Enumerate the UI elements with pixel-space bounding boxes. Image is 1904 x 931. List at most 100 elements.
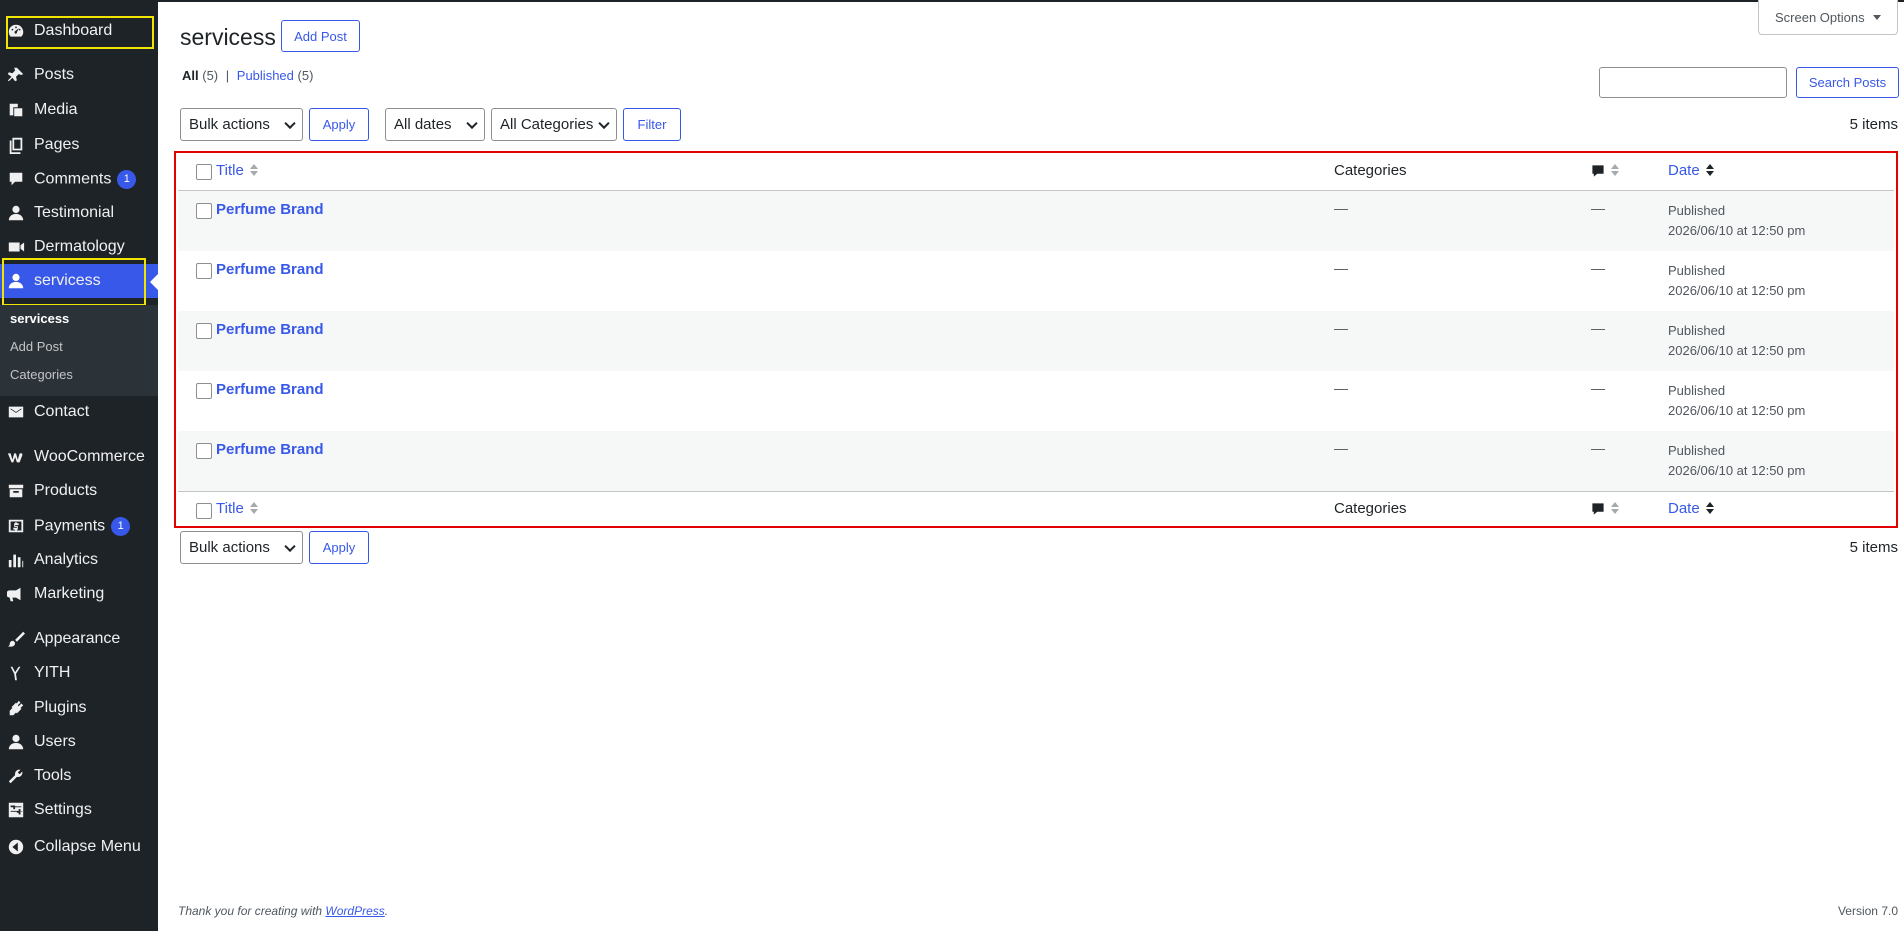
table-row: Perfume Brand — — Published 2026/06/10 at… (178, 311, 1894, 371)
categories-filter-value: All Categories (500, 116, 594, 133)
row-date: Published 2026/06/10 at 12:50 pm (1668, 201, 1805, 241)
categories-filter-select[interactable]: All Categories (491, 108, 617, 141)
sidebar-item-products[interactable]: Products (0, 474, 158, 508)
screen-options-button[interactable]: Screen Options (1758, 0, 1898, 35)
column-date-footer[interactable]: Date (1668, 500, 1714, 517)
row-date-value: 2026/06/10 at 12:50 pm (1668, 463, 1806, 478)
row-checkbox[interactable] (196, 263, 212, 279)
woo-icon (7, 448, 25, 466)
apply-button-bottom[interactable]: Apply (309, 531, 369, 564)
sidebar-item-label-wrap: Payments 1 (34, 516, 131, 536)
post-title-link[interactable]: Perfume Brand (216, 261, 324, 278)
apply-button[interactable]: Apply (309, 108, 369, 141)
bulk-actions-select[interactable]: Bulk actions (180, 108, 303, 141)
sidebar-item-payments[interactable]: Payments 1 (0, 509, 158, 543)
row-status: Published (1668, 263, 1726, 278)
search-posts-button[interactable]: Search Posts (1796, 67, 1899, 98)
submenu-item-add-post[interactable]: Add Post (10, 339, 63, 354)
column-categories-header: Categories (1334, 162, 1407, 179)
footer-thanks: Thank you for creating with WordPress. (178, 904, 388, 918)
sidebar-item-label: Tools (34, 767, 72, 784)
row-checkbox[interactable] (196, 203, 212, 219)
chart-bar-icon (7, 551, 25, 569)
sidebar-item-tools[interactable]: Tools (0, 759, 158, 793)
sidebar-item-label-wrap: Comments 1 (34, 169, 137, 189)
sidebar-item-servicess[interactable]: servicess (0, 264, 158, 298)
collapse-menu-button[interactable]: Collapse Menu (0, 830, 158, 864)
items-count: 5 items (1849, 116, 1898, 133)
screen-options-label: Screen Options (1775, 9, 1865, 25)
sidebar-item-label: Pages (34, 136, 80, 153)
row-checkbox[interactable] (196, 383, 212, 399)
sidebar-item-woocommerce[interactable]: WooCommerce (0, 440, 158, 474)
select-all-checkbox-bottom[interactable] (196, 503, 212, 519)
sidebar-item-comments[interactable]: Comments 1 (0, 162, 158, 196)
sidebar-item-appearance[interactable]: Appearance (0, 622, 158, 656)
table-header: Title Categories Date (178, 153, 1894, 191)
sidebar-item-contact[interactable]: Contact (0, 395, 158, 429)
table-row: Perfume Brand — — Published 2026/06/10 at… (178, 251, 1894, 311)
sidebar-item-label: Testimonial (34, 204, 115, 221)
sidebar-item-dermatology[interactable]: Dermatology (0, 230, 158, 264)
row-categories: — (1334, 260, 1348, 276)
sidebar-item-yith[interactable]: YITH (0, 656, 158, 690)
sidebar-item-dashboard[interactable]: Dashboard (0, 14, 158, 48)
sort-icon (249, 502, 258, 516)
sidebar-item-label: Payments (34, 517, 106, 535)
dates-filter-select[interactable]: All dates (385, 108, 485, 141)
column-comments-header[interactable] (1591, 162, 1619, 179)
row-date-value: 2026/06/10 at 12:50 pm (1668, 223, 1806, 238)
row-comments: — (1591, 200, 1605, 216)
row-status: Published (1668, 203, 1726, 218)
sidebar-item-posts[interactable]: Posts (0, 58, 158, 92)
sidebar-item-label: Marketing (34, 585, 105, 602)
column-date-header[interactable]: Date (1668, 162, 1714, 179)
view-separator: | (225, 68, 230, 83)
sidebar-item-testimonial[interactable]: Testimonial (0, 196, 158, 230)
table-row: Perfume Brand — — Published 2026/06/10 at… (178, 191, 1894, 251)
sidebar-item-pages[interactable]: Pages (0, 128, 158, 162)
media-icon (7, 101, 25, 119)
row-categories: — (1334, 320, 1348, 336)
sort-icon (1705, 502, 1714, 516)
row-checkbox[interactable] (196, 443, 212, 459)
column-title-footer[interactable]: Title (216, 500, 258, 517)
column-categories-footer: Categories (1334, 500, 1407, 517)
payments-count-badge: 1 (111, 516, 131, 536)
select-all-checkbox[interactable] (196, 164, 212, 180)
submenu-item-categories[interactable]: Categories (10, 367, 73, 382)
wrench-icon (7, 767, 25, 785)
post-title-link[interactable]: Perfume Brand (216, 201, 324, 218)
wordpress-link[interactable]: WordPress (325, 904, 384, 918)
view-published-count: (5) (297, 68, 314, 83)
sidebar-item-marketing[interactable]: Marketing (0, 577, 158, 611)
sidebar-item-label: Collapse Menu (34, 838, 141, 855)
bulk-actions-select-bottom[interactable]: Bulk actions (180, 531, 303, 564)
sidebar-item-users[interactable]: Users (0, 725, 158, 759)
post-title-link[interactable]: Perfume Brand (216, 321, 324, 338)
post-title-link[interactable]: Perfume Brand (216, 441, 324, 458)
submenu-item-servicess[interactable]: servicess (10, 311, 69, 326)
post-status-views: All (5) | Published (5) (182, 68, 313, 83)
sidebar-item-settings[interactable]: Settings (0, 793, 158, 827)
servicess-submenu: servicess Add Post Categories (0, 305, 158, 396)
filter-button[interactable]: Filter (623, 108, 681, 141)
search-input[interactable] (1599, 67, 1787, 98)
post-title-link[interactable]: Perfume Brand (216, 381, 324, 398)
add-post-button[interactable]: Add Post (281, 20, 360, 52)
sidebar-item-analytics[interactable]: Analytics (0, 543, 158, 577)
mail-icon (7, 403, 25, 421)
view-all-link[interactable]: All (182, 68, 199, 83)
sidebar-item-plugins[interactable]: Plugins (0, 691, 158, 725)
view-published-link[interactable]: Published (237, 68, 294, 83)
row-date: Published 2026/06/10 at 12:50 pm (1668, 381, 1805, 421)
brush-icon (7, 630, 25, 648)
pin-icon (7, 66, 25, 84)
row-checkbox[interactable] (196, 323, 212, 339)
sidebar-item-media[interactable]: Media (0, 93, 158, 127)
row-status: Published (1668, 323, 1726, 338)
column-comments-footer[interactable] (1591, 500, 1619, 517)
column-title-header[interactable]: Title (216, 162, 258, 179)
column-date-label: Date (1668, 500, 1700, 517)
dates-filter-value: All dates (394, 116, 452, 133)
